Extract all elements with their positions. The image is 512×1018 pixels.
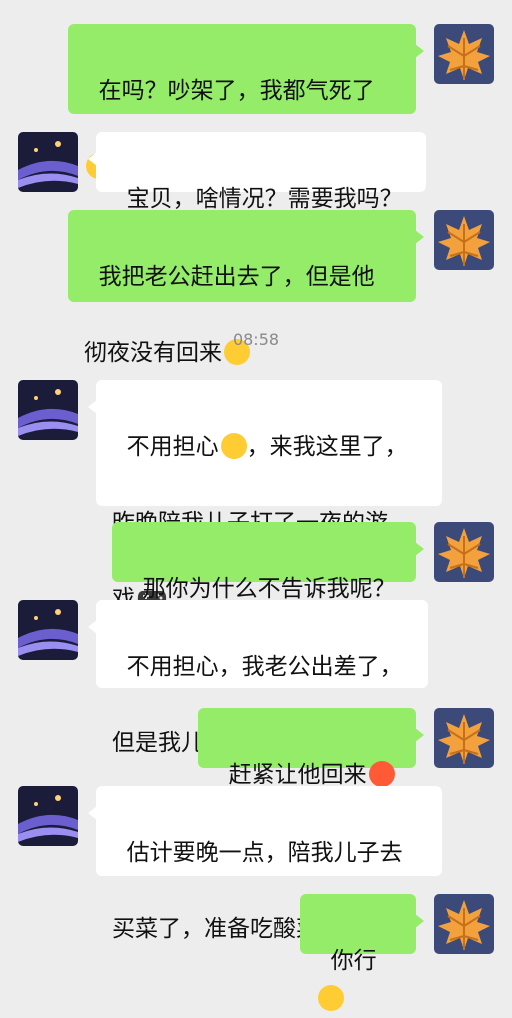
message-text: ，来我这里了，: [246, 434, 408, 460]
message-bubble-sent[interactable]: 你行: [300, 894, 424, 1011]
grinning-sweat-emoji-icon: [318, 985, 344, 1011]
message-text: 不用担心，我老公出差了，: [126, 654, 403, 680]
angry-emoji-icon: [368, 761, 395, 787]
message-text: 赶紧让他回来: [228, 762, 367, 788]
message-bubble-received[interactable]: 估计要晚一点，陪我儿子去 买菜了，准备吃酸菜鱼: [88, 786, 442, 942]
message-bubble-received[interactable]: 不用担心，我老公出差了， 但是我儿子在家的: [88, 600, 428, 756]
message-bubble-sent[interactable]: 我把老公赶出去了，但是他 彻夜没有回来: [68, 210, 424, 366]
night-overpass-icon: [18, 786, 78, 846]
maple-leaf-icon: [434, 708, 494, 768]
my-avatar[interactable]: [434, 24, 494, 84]
my-avatar[interactable]: [434, 522, 494, 582]
timestamp: 08:58: [232, 330, 280, 349]
maple-leaf-icon: [434, 210, 494, 270]
friend-avatar[interactable]: [18, 380, 78, 440]
message-text: 在吗？吵架了，我都气死了: [98, 78, 375, 104]
my-avatar[interactable]: [434, 708, 494, 768]
message-bubble-sent[interactable]: 赶紧让他回来: [198, 708, 424, 788]
my-avatar[interactable]: [434, 210, 494, 270]
message-text: 那你为什么不告诉我呢？: [142, 576, 396, 602]
message-text: 宝贝，啥情况？需要我吗？: [126, 186, 403, 212]
night-overpass-icon: [18, 600, 78, 660]
friend-avatar[interactable]: [18, 786, 78, 846]
friend-avatar[interactable]: [18, 132, 78, 192]
message-bubble-sent[interactable]: 那你为什么不告诉我呢？: [112, 522, 424, 602]
friend-avatar[interactable]: [18, 600, 78, 660]
grin-emoji-icon: [220, 433, 247, 459]
message-text: 你行: [330, 948, 377, 974]
message-text: 估计要晚一点，陪我儿子去: [126, 840, 403, 866]
night-overpass-icon: [18, 380, 78, 440]
message-text: 我把老公赶出去了，但是他: [98, 264, 375, 290]
message-bubble-received[interactable]: 不用担心，来我这里了， 昨晚陪我儿子打了一夜的游 戏: [88, 380, 442, 612]
night-overpass-icon: [18, 132, 78, 192]
maple-leaf-icon: [434, 24, 494, 84]
message-text: 不用担心: [126, 434, 219, 460]
message-bubble-sent[interactable]: 在吗？吵架了，我都气死了: [68, 24, 424, 179]
my-avatar[interactable]: [434, 894, 494, 954]
maple-leaf-icon: [434, 522, 494, 582]
maple-leaf-icon: [434, 894, 494, 954]
message-bubble-received[interactable]: 宝贝，啥情况？需要我吗？: [88, 132, 426, 212]
